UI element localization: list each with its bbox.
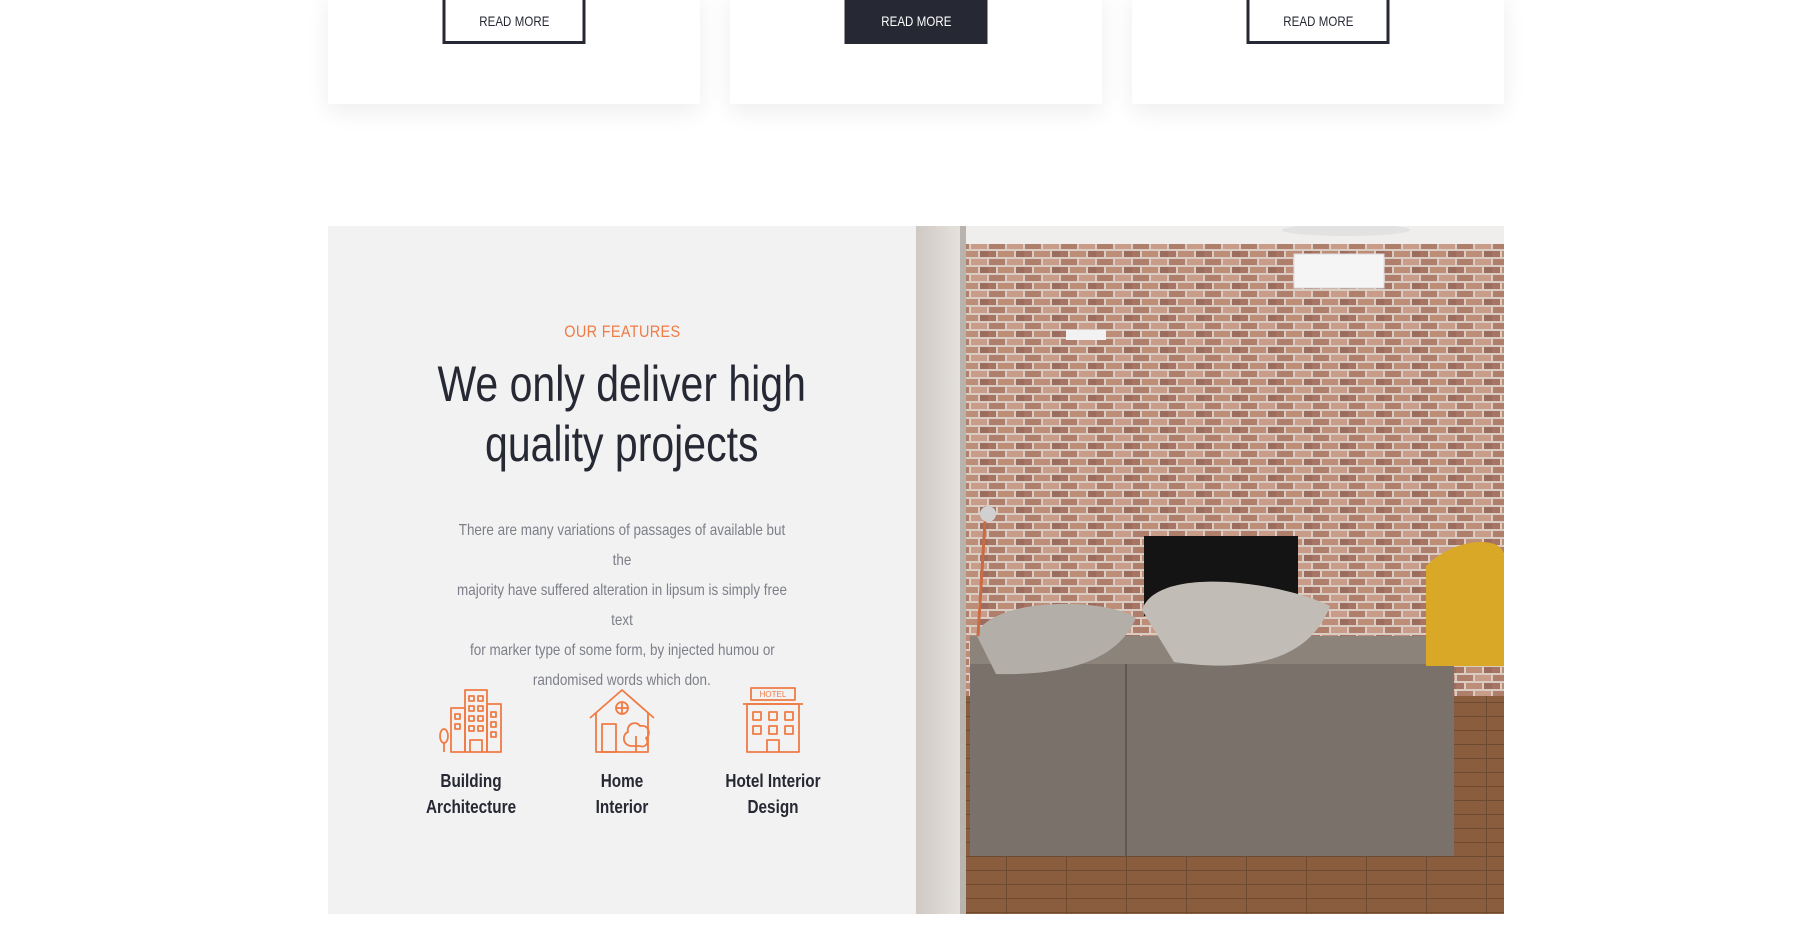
interior-photo — [916, 226, 1504, 914]
hotel-sign-text: HOTEL — [760, 690, 787, 699]
feature-home-interior[interactable]: Home Interior — [562, 686, 682, 820]
read-more-label: READ MORE — [478, 12, 550, 29]
feature-label: Building Architecture — [425, 771, 517, 817]
hotel-icon: HOTEL — [743, 687, 803, 753]
feature-building-architecture[interactable]: Building Architecture — [411, 686, 531, 820]
living-room-image — [916, 226, 1504, 914]
feature-hotel-interior-design[interactable]: HOTEL Hotel Interior Design — [713, 686, 833, 820]
feature-list: Building Architecture Home Interior HOTE… — [411, 686, 833, 820]
home-icon — [589, 689, 655, 753]
read-more-label: READ MORE — [1282, 12, 1354, 29]
features-section: OUR FEATURES We only deliver high qualit… — [328, 226, 1504, 914]
read-more-button-2[interactable]: READ MORE — [844, 0, 988, 44]
read-more-label: READ MORE — [880, 12, 952, 29]
feature-label: Hotel Interior Design — [725, 771, 821, 817]
section-description: There are many variations of passages of… — [457, 522, 787, 689]
feature-label: Home Interior — [595, 771, 649, 817]
service-card-2: READ MORE — [730, 0, 1102, 104]
read-more-button-1[interactable]: READ MORE — [442, 0, 586, 44]
building-icon — [439, 689, 502, 753]
service-card-3: READ MORE — [1132, 0, 1504, 104]
section-tagline: OUR FEATURES — [563, 322, 681, 341]
read-more-button-3[interactable]: READ MORE — [1246, 0, 1390, 44]
service-card-1: READ MORE — [328, 0, 700, 104]
section-headline: We only deliver high quality projects — [437, 356, 807, 472]
features-panel: OUR FEATURES We only deliver high qualit… — [328, 226, 916, 914]
